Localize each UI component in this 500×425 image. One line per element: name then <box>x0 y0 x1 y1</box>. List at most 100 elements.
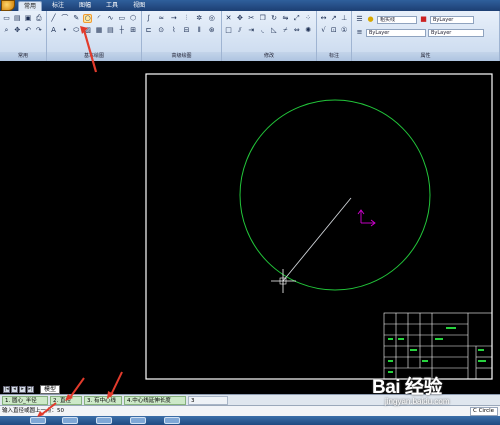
layer-dropdown[interactable]: 粗实线 <box>377 15 417 24</box>
gear-icon[interactable]: ✲ <box>195 14 204 23</box>
title-block <box>383 312 493 380</box>
extend-icon[interactable]: ⇥ <box>247 26 256 35</box>
color-dropdown[interactable]: ByLayer <box>430 15 474 24</box>
save-icon[interactable]: ▣ <box>24 14 33 23</box>
taskbar <box>0 416 500 425</box>
scale-icon[interactable]: ⤢ <box>292 14 301 23</box>
new-file-icon[interactable]: ▭ <box>2 14 11 23</box>
rectangle-icon[interactable]: ▭ <box>117 14 126 23</box>
title-block-marks <box>388 327 486 373</box>
lightbulb-icon[interactable]: ● <box>366 15 375 24</box>
move-icon[interactable]: ✥ <box>235 14 244 23</box>
symbol-icon[interactable]: ⊛ <box>207 26 216 35</box>
panel-title-properties: 属性 <box>352 52 499 61</box>
polyline-icon[interactable]: ⌒ <box>60 14 69 23</box>
green-circle <box>239 99 431 291</box>
shaft-icon[interactable]: ⊏ <box>144 26 153 35</box>
erase-icon[interactable]: ✕ <box>224 14 233 23</box>
pan-icon[interactable]: ✥ <box>13 26 22 35</box>
ribbon-tab-common[interactable]: 常用 <box>18 1 43 11</box>
zoom-icon[interactable]: ⌕ <box>2 26 11 35</box>
point-icon[interactable]: • <box>60 26 69 35</box>
insert-icon[interactable]: ⊞ <box>129 26 138 35</box>
mirror-icon[interactable]: ⇋ <box>281 14 290 23</box>
text-icon[interactable]: A <box>49 26 58 35</box>
watermark-logo: Bai 经验 <box>372 377 442 398</box>
thread-icon[interactable]: ⫶ <box>182 14 191 23</box>
bolt-icon[interactable]: ⊟ <box>182 26 191 35</box>
arrow-icon[interactable]: → <box>169 14 178 23</box>
panel-advanced-draw: ∫ ≈ → ⫶ ✲ ◎ ⊏ ⊙ ⌇ ⊟ ⫴ ⊛ 高级绘图 <box>142 11 222 61</box>
table-icon[interactable]: ▤ <box>106 26 115 35</box>
linetype-icon[interactable]: ≡ <box>355 28 364 37</box>
ribbon-tab-sheet[interactable]: 图幅 <box>74 1 96 11</box>
undo-icon[interactable]: ↶ <box>24 26 33 35</box>
break-icon[interactable]: ⌿ <box>281 26 290 35</box>
watermark-url: jingyan.baidu.com <box>385 397 450 406</box>
ribbon-tab-bar: 常用 标注 图幅 工具 视图 <box>0 0 500 11</box>
model-tab[interactable]: 模型 <box>40 385 60 394</box>
chamfer-icon[interactable]: ◺ <box>270 26 279 35</box>
trim-icon[interactable]: ✂ <box>247 14 256 23</box>
taskbar-button[interactable] <box>96 417 112 424</box>
taskbar-button[interactable] <box>62 417 78 424</box>
wave-icon[interactable]: ≈ <box>157 14 166 23</box>
array-icon[interactable]: ⁘ <box>304 14 313 23</box>
baidu-watermark: Bai 经验 jingyan.baidu.com <box>372 372 500 417</box>
curve-icon[interactable]: ∫ <box>144 14 153 23</box>
taskbar-button[interactable] <box>130 417 146 424</box>
taskbar-button[interactable] <box>164 417 180 424</box>
rotate-icon[interactable]: ↻ <box>270 14 279 23</box>
annotation-arrow-circle-tool <box>80 26 98 73</box>
print-icon[interactable]: ⎙ <box>34 14 43 23</box>
panel-properties: ☰ ● 粗实线 ■ ByLayer ≡ ByLayer ByLayer 属性 <box>352 11 500 61</box>
fillet-icon[interactable]: ◟ <box>258 26 267 35</box>
tolerance-icon[interactable]: ⊥ <box>340 14 349 23</box>
annotation-arrow-centerline <box>107 371 123 399</box>
spring-icon[interactable]: ⌇ <box>169 26 178 35</box>
polygon-icon[interactable]: ⬡ <box>129 14 138 23</box>
offset-icon[interactable]: ⫽ <box>235 26 244 35</box>
open-file-icon[interactable]: ▤ <box>13 14 22 23</box>
first-layout-icon[interactable]: |◂ <box>3 386 10 393</box>
leader-icon[interactable]: ↗ <box>329 14 338 23</box>
ribbon-tab-tools[interactable]: 工具 <box>101 1 123 11</box>
panel-title-modify: 修改 <box>222 52 316 61</box>
dimension-icon[interactable]: ↔ <box>319 14 328 23</box>
next-layout-icon[interactable]: ▸ <box>19 386 26 393</box>
cam-icon[interactable]: ⊙ <box>157 26 166 35</box>
prev-layout-icon[interactable]: ◂ <box>11 386 18 393</box>
drawing-canvas[interactable] <box>0 62 500 384</box>
sheet-frame <box>145 73 493 380</box>
last-layout-icon[interactable]: ▸| <box>27 386 34 393</box>
layer-icon[interactable]: ☰ <box>355 15 364 24</box>
option-extension-value[interactable]: 3 <box>188 396 228 405</box>
option-centerline-extension[interactable]: 4.中心线延伸长度 <box>124 396 186 405</box>
rectangle-select-icon[interactable]: □ <box>224 26 233 35</box>
panel-title-advanced-draw: 高级绘图 <box>142 52 221 61</box>
ribbon-tab-view[interactable]: 视图 <box>128 1 150 11</box>
ribbon-tab-dimension[interactable]: 标注 <box>47 1 69 11</box>
lineweight-dropdown[interactable]: ByLayer <box>428 28 484 37</box>
offset-curve-icon[interactable]: ⫴ <box>195 26 204 35</box>
ribbon: ▭ ▤ ▣ ⎙ ⌕ ✥ ↶ ↷ 常用 ╱ ⌒ ✎ ○ ◜ ∿ ▭ ⬡ A • ⬭… <box>0 11 500 61</box>
app-menu-icon[interactable] <box>1 0 15 11</box>
datum-icon[interactable]: ⊡ <box>329 26 338 35</box>
stretch-icon[interactable]: ⇔ <box>292 26 301 35</box>
hole-icon[interactable]: ◎ <box>207 14 216 23</box>
taskbar-button[interactable] <box>30 417 46 424</box>
panel-modify: ✕ ✥ ✂ ❐ ↻ ⇋ ⤢ ⁘ □ ⫽ ⇥ ◟ ◺ ⌿ ⇔ ✺ 修改 <box>222 11 317 61</box>
roughness-icon[interactable]: √ <box>319 26 328 35</box>
line-icon[interactable]: ╱ <box>49 14 58 23</box>
copy-icon[interactable]: ❐ <box>258 14 267 23</box>
redo-icon[interactable]: ↷ <box>34 26 43 35</box>
panel-title-dimension: 标注 <box>317 52 351 61</box>
explode-icon[interactable]: ✺ <box>304 26 313 35</box>
linetype-dropdown[interactable]: ByLayer <box>366 28 426 37</box>
annotation-arrow-diameter <box>65 377 85 401</box>
balloon-icon[interactable]: ① <box>340 26 349 35</box>
spline-icon[interactable]: ∿ <box>106 14 115 23</box>
centerline-icon[interactable]: ┼ <box>117 26 126 35</box>
ucs-icon <box>357 209 376 227</box>
color-swatch-icon[interactable]: ■ <box>419 15 428 24</box>
